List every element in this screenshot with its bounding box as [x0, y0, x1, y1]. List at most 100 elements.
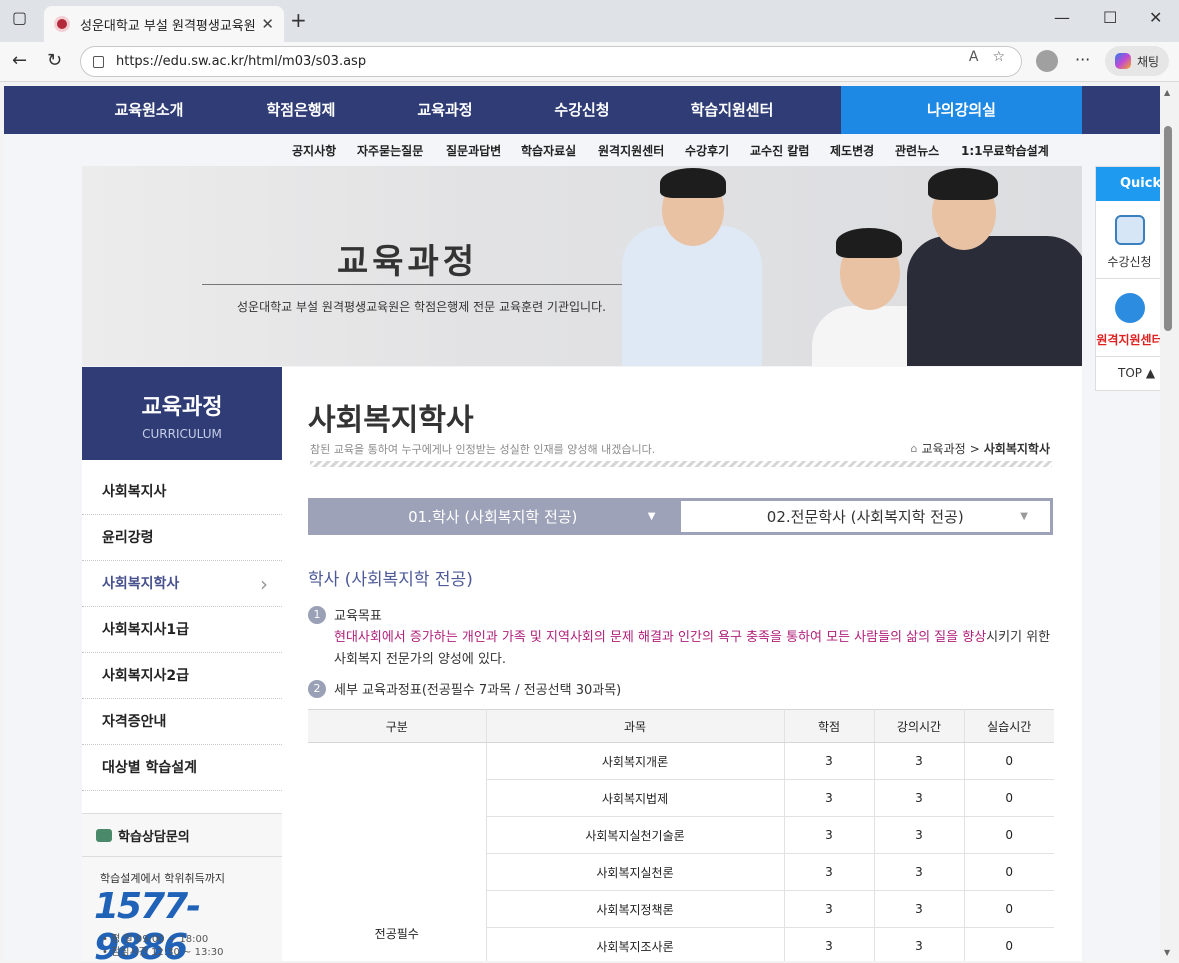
banner-title: 교육과정	[337, 242, 479, 282]
page-scrollbar[interactable]: ▲ ▼	[1160, 86, 1179, 961]
course-tabs: 01.학사 (사회복지학 전공) ▼ 02.전문학사 (사회복지학 전공) ▼	[308, 498, 1053, 535]
curriculum-heading-label: 세부 교육과정표(전공필수 7과목 / 전공선택 30과목)	[334, 683, 622, 698]
subnav-free-consult[interactable]: 1:1무료학습설계	[961, 142, 1049, 159]
gnb-item-enroll[interactable]: 수강신청	[507, 86, 657, 134]
scroll-down-arrow-icon[interactable]: ▼	[1164, 948, 1170, 957]
subject-cell: 사회복지개론	[486, 742, 785, 780]
more-menu-icon[interactable]: ···	[1075, 50, 1090, 69]
favorite-star-icon[interactable]: ☆	[992, 49, 1005, 65]
close-tab-icon[interactable]: ✕	[261, 15, 274, 33]
breadcrumb: ⌂ 교육과정 > 사회복지학사	[911, 440, 1050, 457]
left-nav-item[interactable]: 대상별 학습설계	[82, 745, 282, 791]
lock-icon	[93, 55, 104, 68]
gnb-item-credit-bank[interactable]: 학점은행제	[226, 86, 376, 134]
breadcrumb-current: 사회복지학사	[983, 442, 1050, 456]
quick-remote-support-label: 원격지원센터	[1096, 333, 1160, 347]
banner-subtitle: 성운대학교 부설 원격평생교육원은 학점은행제 전문 교육훈련 기관입니다.	[237, 300, 606, 314]
col-header-credits: 학점	[784, 709, 875, 743]
gnb-item-about[interactable]: 교육원소개	[74, 86, 224, 134]
practice-cell: 0	[964, 816, 1054, 854]
goal-text-highlight: 현대사회에서 증가하는 개인과 가족 및 지역사회의 문제 해결과 인간의 욕구…	[334, 630, 987, 645]
subject-cell: 사회복지실천기술론	[486, 816, 785, 854]
subject-cell: 사회복지법제	[486, 779, 785, 817]
left-nav-item-label: 윤리강령	[102, 530, 154, 546]
scroll-top-button[interactable]: TOP ▲	[1096, 357, 1160, 389]
new-tab-icon[interactable]: +	[290, 8, 307, 32]
left-nav-item[interactable]: 자격증안내	[82, 699, 282, 745]
subnav-news[interactable]: 관련뉴스	[895, 142, 939, 159]
site-favicon-icon	[54, 16, 70, 32]
subnav-materials[interactable]: 학습자료실	[521, 142, 576, 159]
address-bar-row: ← ↻ https://edu.sw.ac.kr/html/m03/s03.as…	[0, 42, 1179, 82]
sub-nav: 공지사항 자주묻는질문 질문과답변 학습자료실 원격지원센터 수강후기 교수진 …	[4, 134, 1160, 166]
section-title: 학사 (사회복지학 전공)	[308, 570, 473, 590]
gnb-item-curriculum[interactable]: 교육과정	[370, 86, 520, 134]
subnav-qna[interactable]: 질문과답변	[446, 142, 501, 159]
copilot-icon	[1114, 53, 1131, 69]
number-badge: 1	[308, 605, 326, 624]
tab-actions-icon[interactable]: ▢	[12, 8, 27, 27]
left-nav-item[interactable]: 사회복지사	[82, 469, 282, 515]
tab-associate[interactable]: 02.전문학사 (사회복지학 전공) ▼	[677, 498, 1053, 535]
group-cell: 전공필수	[308, 742, 487, 961]
quick-menu: Quick 수강신청 원격지원센터 TOP ▲	[1095, 166, 1160, 391]
curriculum-heading: 2 세부 교육과정표(전공필수 7과목 / 전공선택 30과목)	[308, 679, 621, 698]
consult-hours-weekday: • 평 일 09:00 ~ 18:00	[102, 934, 209, 945]
left-nav-item[interactable]: 윤리강령	[82, 515, 282, 561]
credits-cell: 3	[784, 890, 875, 928]
maximize-icon[interactable]: ☐	[1103, 8, 1117, 27]
left-nav-item-label: 사회복지사1급	[102, 622, 190, 638]
subnav-reviews[interactable]: 수강후기	[685, 142, 729, 159]
left-nav-item-label: 사회복지학사	[102, 576, 180, 592]
gnb-item-my-classroom[interactable]: 나의강의실	[841, 86, 1082, 134]
tab-title: 성운대학교 부설 원격평생교육원	[80, 18, 256, 34]
consult-title-label: 학습상담문의	[118, 830, 190, 845]
subject-cell: 사회복지조사론	[486, 927, 785, 961]
subnav-faq[interactable]: 자주묻는질문	[357, 142, 423, 159]
subnav-column[interactable]: 교수진 칼럼	[750, 142, 809, 159]
credits-cell: 3	[784, 853, 875, 891]
left-nav-item-label: 사회복지사	[102, 484, 167, 500]
read-aloud-icon[interactable]: A	[969, 49, 979, 65]
copilot-chat-button[interactable]: 채팅	[1105, 46, 1169, 76]
subnav-policy-change[interactable]: 제도변경	[830, 142, 874, 159]
minimize-icon[interactable]: —	[1054, 8, 1070, 27]
left-nav-item[interactable]: 사회복지사1급	[82, 607, 282, 653]
table-row: 전공필수 사회복지개론 3 3 0	[308, 742, 1054, 961]
tab-associate-label: 02.전문학사 (사회복지학 전공)	[766, 508, 964, 526]
curriculum-table: 구분 과목 학점 강의시간 실습시간 전공필수 사회복지개론 3 3 0 사회복…	[308, 709, 1054, 961]
quick-remote-support-button[interactable]: 원격지원센터	[1096, 279, 1160, 357]
lecture-cell: 3	[874, 927, 965, 961]
title-hatch-divider	[310, 461, 1052, 467]
enroll-document-icon	[1114, 215, 1145, 245]
subnav-notice[interactable]: 공지사항	[292, 142, 336, 159]
quick-enroll-button[interactable]: 수강신청	[1096, 201, 1160, 279]
back-icon[interactable]: ←	[12, 50, 27, 71]
tab-bachelor[interactable]: 01.학사 (사회복지학 전공) ▼	[308, 498, 678, 535]
subnav-remote-support[interactable]: 원격지원센터	[598, 142, 664, 159]
left-nav-header: 교육과정 CURRICULUM	[82, 367, 282, 460]
tab-bachelor-label: 01.학사 (사회복지학 전공)	[408, 508, 578, 526]
consult-hours: • 평 일 09:00 ~ 18:00 • 점심시간 12:30 ~ 13:30	[102, 933, 223, 959]
main-content: 사회복지학사 참된 교육을 통하여 누구에게나 인정받는 성실한 인재를 양성해…	[282, 367, 1082, 961]
left-nav-item[interactable]: 사회복지사2급	[82, 653, 282, 699]
lecture-cell: 3	[874, 890, 965, 928]
scrollbar-thumb[interactable]	[1164, 126, 1172, 331]
hero-banner: 교육과정 성운대학교 부설 원격평생교육원은 학점은행제 전문 교육훈련 기관입…	[82, 166, 1082, 366]
home-icon[interactable]: ⌂	[911, 442, 918, 455]
browser-tab[interactable]: 성운대학교 부설 원격평생교육원 ✕	[44, 6, 284, 42]
breadcrumb-parent[interactable]: 교육과정	[922, 440, 966, 457]
scroll-up-arrow-icon[interactable]: ▲	[1164, 88, 1170, 97]
close-window-icon[interactable]: ✕	[1149, 8, 1162, 27]
banner-divider	[202, 284, 632, 285]
lecture-cell: 3	[874, 742, 965, 780]
consult-icon	[96, 829, 112, 842]
practice-cell: 0	[964, 742, 1054, 780]
reload-icon[interactable]: ↻	[47, 50, 62, 71]
profile-avatar[interactable]	[1036, 50, 1058, 72]
left-nav-item-label: 자격증안내	[102, 714, 167, 730]
left-nav-item-current[interactable]: 사회복지학사 ›	[82, 561, 282, 607]
credits-cell: 3	[784, 816, 875, 854]
gnb-item-learning-center[interactable]: 학습지원센터	[657, 86, 807, 134]
url-field[interactable]: https://edu.sw.ac.kr/html/m03/s03.asp A …	[80, 46, 1022, 77]
